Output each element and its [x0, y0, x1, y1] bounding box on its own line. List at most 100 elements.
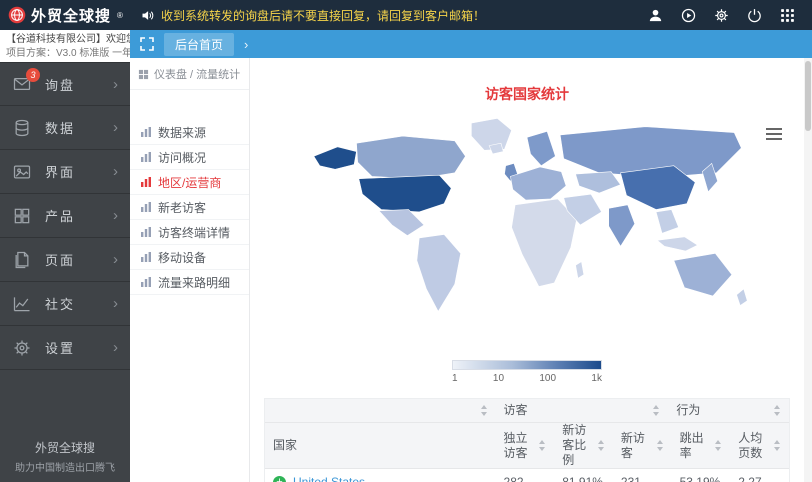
- chevron-right-icon: ›: [113, 252, 118, 267]
- sort-icon[interactable]: [773, 440, 781, 451]
- chevron-right-icon: ›: [113, 164, 118, 179]
- region-south-america: [417, 234, 461, 311]
- legend-tick: 10: [493, 373, 504, 384]
- sort-icon[interactable]: [714, 440, 722, 451]
- table-group-header-row: 访客 行为: [265, 399, 789, 423]
- topbar-actions: [647, 7, 812, 24]
- sidebar-item-inquiry[interactable]: 3 询盘 ›: [0, 62, 130, 106]
- column-header-unique-visitors: 独立访客: [504, 431, 535, 461]
- submenu-item-region-carrier[interactable]: 地区/运营商: [130, 170, 249, 195]
- country-alaska-us: [314, 147, 357, 170]
- sidebar-item-products[interactable]: 产品 ›: [0, 194, 130, 238]
- sidebar-item-data[interactable]: 数据 ›: [0, 106, 130, 150]
- region-central-asia: [576, 172, 621, 193]
- expand-row-icon[interactable]: [273, 476, 286, 482]
- region-europe: [510, 167, 566, 200]
- column-header-new-visitors: 新访客: [621, 431, 652, 461]
- scrollbar-thumb[interactable]: [805, 61, 811, 131]
- secondary-menu: 仪表盘 / 流量统计 数据来源 访问概况 地区/运营: [130, 58, 250, 482]
- app-logo: 外贸全球搜 ®: [0, 5, 130, 26]
- legend-gradient-bar: [452, 360, 602, 370]
- sidebar-item-social[interactable]: 社交 ›: [0, 282, 130, 326]
- welcome-line1: 【谷道科技有限公司】欢迎您!: [6, 33, 124, 47]
- system-notice-text: 收到系统转发的询盘后请不要直接回复，请回复到客户邮箱！: [161, 7, 485, 24]
- country-australia: [674, 253, 732, 296]
- social-chart-icon: [12, 294, 32, 314]
- country-link[interactable]: United States: [293, 475, 365, 482]
- inquiry-count-badge: 3: [26, 68, 40, 82]
- image-icon: [12, 162, 32, 182]
- legend-tick: 1: [452, 373, 458, 384]
- submenu-item-data-source[interactable]: 数据来源: [130, 120, 249, 145]
- logo-registered-mark: ®: [117, 11, 123, 20]
- sort-icon[interactable]: [480, 405, 488, 416]
- tab-backend-home[interactable]: 后台首页: [164, 33, 234, 56]
- dashboard-icon: [138, 69, 149, 80]
- breadcrumb-separator: ›: [244, 37, 248, 52]
- gear-icon[interactable]: [713, 7, 730, 24]
- app-window: 外贸全球搜 ® 收到系统转发的询盘后请不要直接回复，请回复到客户邮箱！: [0, 0, 812, 482]
- submenu-item-traffic-source[interactable]: 流量来路明细: [130, 270, 249, 295]
- bar-chart-icon: [140, 251, 152, 263]
- cell-new-visitors: 231: [613, 469, 672, 482]
- legend-tick: 1k: [591, 373, 602, 384]
- grid-icon[interactable]: [779, 7, 796, 24]
- products-grid-icon: [12, 206, 32, 226]
- cell-new-visitor-ratio: 81.91%: [554, 469, 613, 482]
- chart-menu-button[interactable]: [766, 128, 782, 143]
- topbar: 外贸全球搜 ® 收到系统转发的询盘后请不要直接回复，请回复到客户邮箱！: [0, 0, 812, 30]
- world-map[interactable]: [264, 110, 790, 352]
- avatar-icon[interactable]: [647, 7, 664, 24]
- database-icon: [12, 118, 32, 138]
- chevron-right-icon: ›: [113, 120, 118, 135]
- sidebar-item-settings[interactable]: 设置 ›: [0, 326, 130, 370]
- submenu-item-new-old-visitors[interactable]: 新老访客: [130, 195, 249, 220]
- group-header-visitors: 访客: [504, 403, 649, 418]
- submenu-item-mobile-devices[interactable]: 移动设备: [130, 245, 249, 270]
- envelope-icon: 3: [12, 74, 32, 94]
- bar-chart-icon: [140, 126, 152, 138]
- main-sidebar: 3 询盘 › 数据 › 界面 ›: [0, 62, 130, 482]
- column-header-new-visitor-ratio: 新访客比例: [562, 423, 593, 468]
- submenu-item-visit-overview[interactable]: 访问概况: [130, 145, 249, 170]
- choropleth-map-svg: [302, 110, 752, 347]
- region-scandinavia: [527, 131, 555, 165]
- sort-icon[interactable]: [773, 405, 781, 416]
- region-africa: [512, 199, 577, 287]
- expand-icon[interactable]: [140, 37, 154, 51]
- play-circle-icon[interactable]: [680, 7, 697, 24]
- sort-icon[interactable]: [656, 440, 664, 451]
- breadcrumb-bar: 后台首页 ›: [130, 30, 812, 58]
- project-plan-line: 项目方案：V3.0 标准版 一年: [6, 47, 124, 61]
- sidebar-item-pages[interactable]: 页面 ›: [0, 238, 130, 282]
- sidebar-item-interface[interactable]: 界面 ›: [0, 150, 130, 194]
- table-row: United States 282 81.91% 231 53.19% 2.27: [265, 469, 789, 482]
- sort-icon[interactable]: [538, 440, 546, 451]
- submenu-item-visitor-terminal[interactable]: 访客终端详情: [130, 220, 249, 245]
- country-new-zealand: [737, 289, 748, 306]
- sort-icon[interactable]: [597, 440, 605, 451]
- group-header-behavior: 行为: [676, 403, 769, 418]
- table-header-row: 国家 独立访客 新访客比例 新访客 跳出率 人均页数: [265, 423, 789, 469]
- globe-logo-icon: [8, 6, 26, 24]
- chevron-right-icon: ›: [113, 296, 118, 311]
- power-icon[interactable]: [746, 7, 763, 24]
- main-panel: 访客国家统计: [250, 58, 804, 482]
- chevron-right-icon: ›: [113, 208, 118, 223]
- vertical-scrollbar[interactable]: [804, 58, 812, 482]
- region-southeast-asia: [656, 210, 679, 234]
- sidebar-footer: 外贸全球搜 助力中国制造出口腾飞: [0, 439, 130, 474]
- sort-icon[interactable]: [652, 405, 660, 416]
- bar-chart-icon: [140, 176, 152, 188]
- bar-chart-icon: [140, 276, 152, 288]
- country-madagascar: [576, 262, 584, 279]
- bar-chart-icon: [140, 201, 152, 213]
- pages-icon: [12, 250, 32, 270]
- logo-text: 外贸全球搜: [31, 5, 111, 26]
- column-header-country: 国家: [273, 438, 488, 453]
- country-mexico: [379, 210, 424, 236]
- bar-chart-icon: [140, 226, 152, 238]
- bar-chart-icon: [140, 151, 152, 163]
- country-united-states: [359, 175, 451, 212]
- map-legend: 1 10 100 1k: [452, 360, 602, 384]
